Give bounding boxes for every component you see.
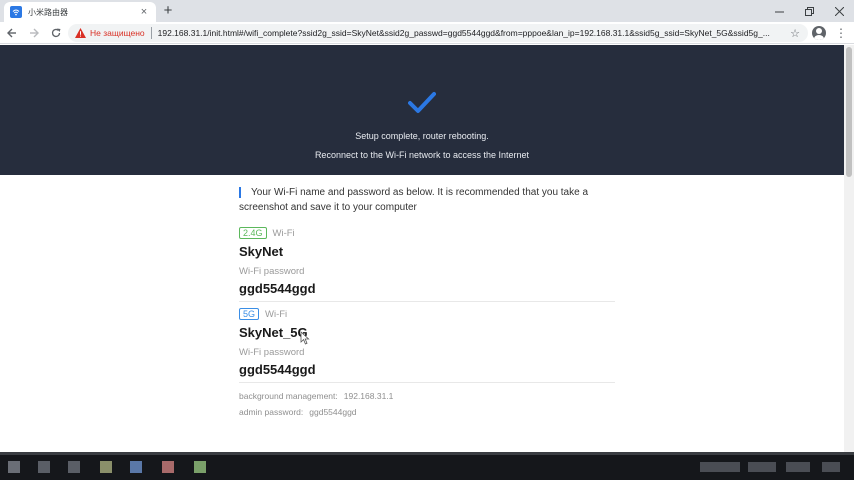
taskbar-app-icon[interactable] — [38, 461, 50, 473]
reload-icon[interactable] — [46, 23, 66, 43]
setup-complete-banner: Setup complete, router rebooting. Reconn… — [0, 45, 844, 175]
password-5-label: Wi-Fi password — [239, 347, 305, 358]
router-favicon-icon — [10, 6, 22, 18]
admin-password-value: ggd5544ggd — [309, 407, 357, 417]
ssid-5: SkyNet_5G — [239, 325, 308, 340]
profile-avatar-icon[interactable] — [812, 26, 826, 40]
page-content: Setup complete, router rebooting. Reconn… — [0, 45, 844, 452]
window-controls — [764, 0, 854, 22]
wifi-24-label: Wi-Fi — [272, 227, 295, 239]
os-taskbar — [0, 452, 854, 480]
back-icon[interactable] — [2, 23, 22, 43]
intro-line-2: screenshot and save it to your computer — [239, 202, 417, 213]
mouse-cursor-icon — [300, 331, 310, 345]
address-bar[interactable]: Не защищено 192.168.31.1/init.html#/wifi… — [68, 24, 808, 42]
omnibox-separator — [150, 27, 152, 39]
band-24-row: 2.4G Wi-Fi — [239, 227, 615, 239]
password-5: ggd5544ggd — [239, 362, 316, 377]
tab-strip: 小米路由器 × + — [0, 0, 854, 22]
taskbar-app-icon[interactable] — [194, 461, 206, 473]
new-tab-button[interactable]: + — [160, 3, 176, 19]
restore-icon[interactable] — [794, 0, 824, 22]
status-message: Setup complete, router rebooting. — [355, 131, 489, 141]
ssid-24: SkyNet — [239, 244, 284, 259]
wifi-5-label: Wi-Fi — [265, 308, 288, 320]
taskbar-app-icon[interactable] — [162, 461, 174, 473]
minimize-icon[interactable] — [764, 0, 794, 22]
browser-toolbar: Не защищено 192.168.31.1/init.html#/wifi… — [0, 22, 854, 44]
band-5-row: 5G Wi-Fi — [239, 308, 615, 320]
section-divider-2 — [239, 382, 615, 383]
taskbar-app-icon[interactable] — [68, 461, 80, 473]
notification-icon[interactable] — [822, 462, 840, 472]
menu-icon[interactable]: ⋮ — [834, 26, 848, 40]
section-divider — [239, 301, 615, 302]
intro-accent-bar — [239, 187, 241, 198]
taskbar-app-icon[interactable] — [100, 461, 112, 473]
security-status[interactable]: Не защищено — [90, 28, 145, 38]
intro-line-1: Your Wi-Fi name and password as below. I… — [251, 187, 589, 198]
admin-password-label: admin password: — [239, 407, 304, 417]
scrollbar-thumb[interactable] — [846, 47, 852, 177]
forward-icon[interactable] — [24, 23, 44, 43]
password-24-label: Wi-Fi password — [239, 266, 305, 277]
band-5-tag: 5G — [239, 308, 260, 320]
system-tray-icons[interactable] — [748, 462, 776, 472]
band-24-tag: 2.4G — [239, 227, 267, 239]
password-24: ggd5544ggd — [239, 281, 316, 296]
clock[interactable] — [786, 462, 810, 472]
warning-icon[interactable] — [74, 27, 86, 39]
toolbar-right: ⋮ — [812, 22, 854, 44]
taskbar-edge — [0, 452, 854, 455]
tab-close-icon[interactable]: × — [138, 6, 150, 18]
admin-password: admin password: ggd5544ggd — [239, 407, 615, 417]
wifi-info-panel: Your Wi-Fi name and password as below. I… — [239, 185, 615, 417]
system-tray-icons[interactable] — [700, 462, 740, 472]
bookmark-star-icon[interactable]: ☆ — [788, 27, 802, 40]
intro-note: Your Wi-Fi name and password as below. I… — [239, 185, 615, 215]
bg-management-value: 192.168.31.1 — [343, 391, 394, 401]
url-text[interactable]: 192.168.31.1/init.html#/wifi_complete?ss… — [158, 28, 788, 38]
tab-title: 小米路由器 — [28, 7, 68, 17]
reconnect-message: Reconnect to the Wi-Fi network to access… — [314, 150, 530, 160]
close-window-icon[interactable] — [824, 0, 854, 22]
bg-management-label: background management: — [239, 391, 338, 401]
checkmark-icon — [408, 92, 436, 113]
background-management: background management: 192.168.31.1 — [239, 391, 615, 401]
page-scrollbar[interactable] — [844, 45, 854, 452]
start-icon[interactable] — [8, 461, 20, 473]
tab-router[interactable]: 小米路由器 × — [4, 2, 156, 22]
taskbar-app-icon[interactable] — [130, 461, 142, 473]
